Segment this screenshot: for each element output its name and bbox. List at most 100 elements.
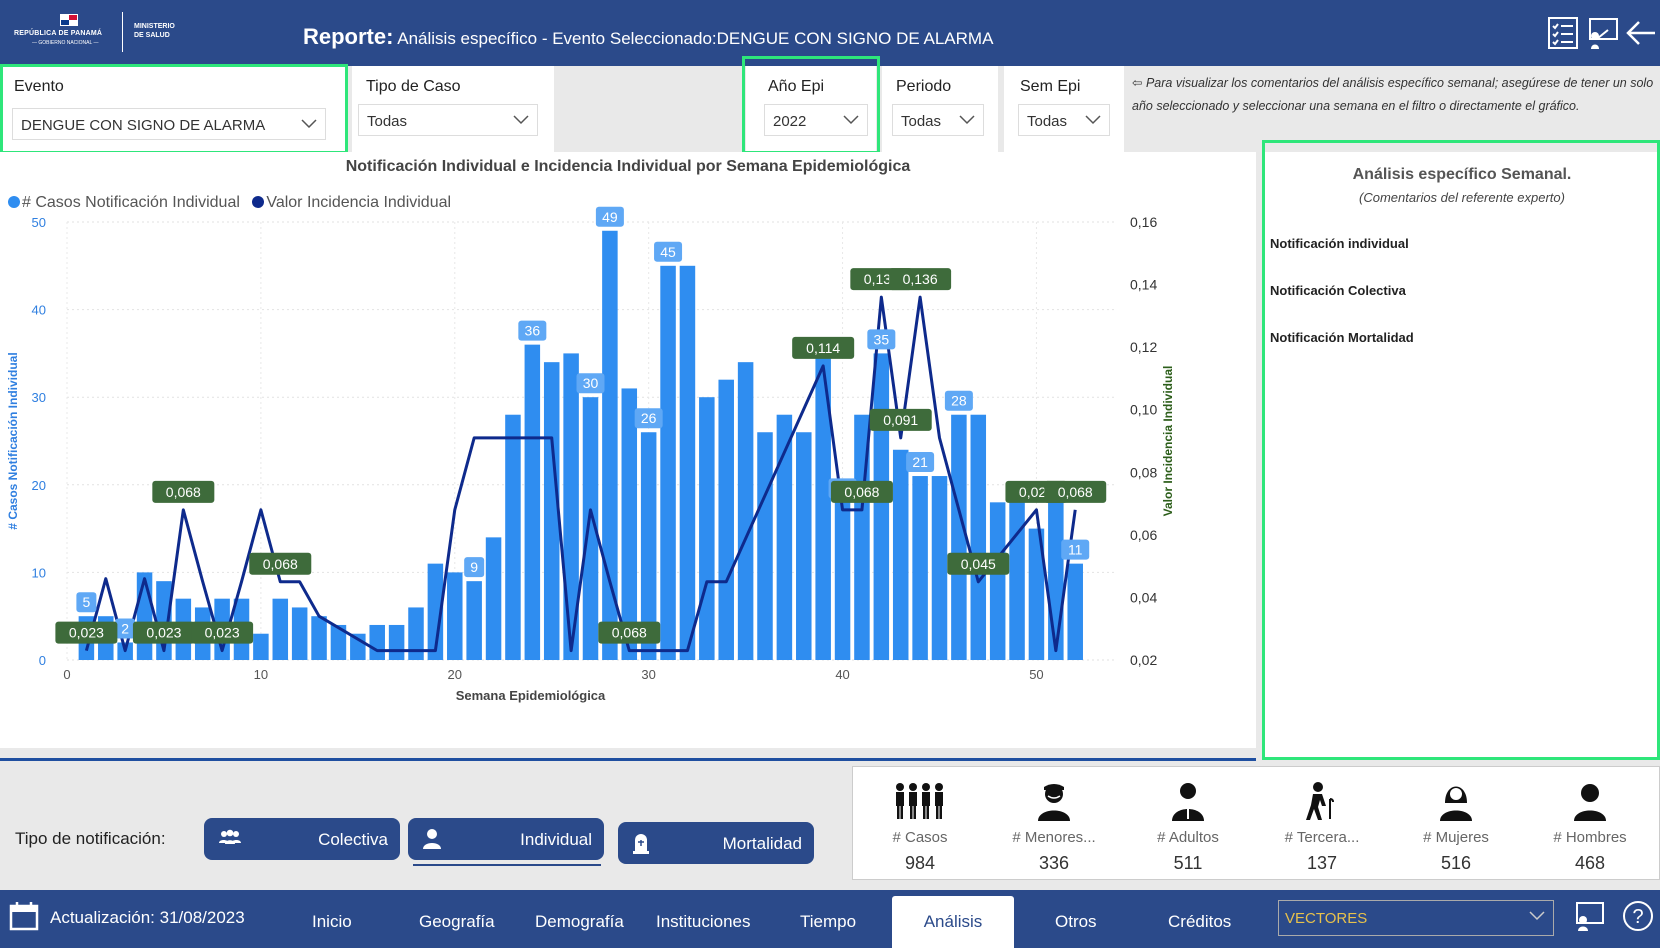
vectores-value: VECTORES: [1285, 910, 1368, 927]
bar-data-label: 11: [1068, 542, 1083, 558]
divider-line: [0, 758, 1256, 761]
bar-week-13: [311, 616, 327, 660]
kpi-hombres-label: # Hombres: [1553, 829, 1627, 846]
line-data-label: 0,068: [1058, 484, 1093, 500]
help-icon[interactable]: ?: [1622, 900, 1654, 937]
y-right-tick-label: 0,12: [1130, 339, 1157, 355]
kpi-casos-value: 984: [904, 853, 936, 873]
tab-analisis[interactable]: Análisis: [892, 896, 1014, 948]
sem-epi-value: Todas: [1027, 113, 1068, 130]
colectiva-label: Colectiva: [318, 830, 388, 849]
y-left-axis-title: # Casos Notificación Individual: [6, 352, 20, 529]
adult-icon: [1121, 781, 1255, 821]
bar-data-label: 28: [951, 393, 967, 409]
kpi-adultos: # Adultos 511: [1121, 767, 1255, 881]
bar-data-label: 9: [470, 559, 478, 575]
bar-week-22: [485, 537, 502, 660]
bar-data-label: 26: [641, 410, 657, 426]
bar-week-4: [136, 572, 153, 660]
bar-data-label: 45: [660, 244, 676, 260]
tipo-caso-dropdown[interactable]: Todas: [358, 104, 538, 136]
logo-government-text: — GOBIERNO NACIONAL —: [32, 40, 99, 46]
tab-instituciones[interactable]: Instituciones: [656, 912, 751, 932]
panama-flag-icon: [60, 14, 78, 26]
person-icon: [422, 828, 442, 855]
bar-week-38: [796, 432, 812, 660]
kpi-casos: # Casos 984: [853, 767, 987, 881]
bar-week-17: [388, 624, 405, 660]
presentation-icon[interactable]: [1574, 900, 1606, 937]
bar-data-label: 2: [121, 620, 129, 636]
sem-epi-dropdown[interactable]: Todas: [1018, 104, 1110, 136]
y-right-tick-label: 0,04: [1130, 589, 1157, 605]
x-axis-title: Semana Epidemiológica: [456, 688, 606, 703]
x-tick-label: 40: [835, 667, 849, 682]
bar-week-34: [718, 379, 734, 660]
kpi-tercera-value: 137: [1306, 853, 1338, 873]
tab-geografia[interactable]: Geografía: [419, 912, 495, 932]
y-right-tick-label: 0,08: [1130, 464, 1157, 480]
y-left-tick-label: 10: [32, 565, 46, 580]
individual-label: Individual: [520, 830, 592, 849]
x-tick-label: 20: [448, 667, 462, 682]
line-data-label: 0,068: [844, 484, 879, 500]
x-tick-label: 50: [1029, 667, 1043, 682]
colectiva-button[interactable]: Colectiva: [204, 818, 400, 860]
logo-ministry-text: MINISTERIO DE SALUD: [134, 23, 175, 39]
bar-week-45: [931, 476, 948, 660]
y-left-tick-label: 40: [32, 303, 46, 318]
tab-demografia[interactable]: Demografía: [535, 912, 624, 932]
kpi-panel: # Casos 984 # Menores... 336 # Adultos 5…: [852, 766, 1660, 880]
report-page: REPÚBLICA DE PANAMÁ — GOBIERNO NACIONAL …: [0, 0, 1660, 948]
line-data-label: 0,023: [69, 625, 104, 641]
highlight-anio-epi: [742, 56, 880, 154]
periodo-dropdown[interactable]: Todas: [892, 104, 984, 136]
vectores-dropdown[interactable]: VECTORES: [1278, 900, 1554, 936]
individual-selected-indicator: [413, 864, 601, 866]
kpi-mujeres: # Mujeres 516: [1389, 767, 1523, 881]
bar-week-10: [253, 633, 269, 660]
tab-tiempo[interactable]: Tiempo: [800, 912, 856, 932]
y-right-tick-label: 0,10: [1130, 402, 1157, 418]
y-left-tick-label: 20: [32, 478, 46, 493]
line-data-label: 0,068: [166, 484, 201, 500]
bar-week-44: [912, 476, 928, 660]
filter-periodo-label: Periodo: [896, 78, 952, 95]
combo-chart[interactable]: 010203040500,020,040,060,080,100,120,140…: [0, 152, 1256, 748]
bar-week-32: [679, 265, 696, 660]
periodo-value: Todas: [901, 113, 942, 130]
back-arrow-icon[interactable]: [1624, 16, 1658, 50]
bar-week-46: [951, 414, 967, 660]
tab-otros[interactable]: Otros: [1055, 912, 1097, 932]
presentation-icon[interactable]: [1586, 16, 1620, 50]
kpi-menores-label: # Menores...: [1012, 829, 1096, 846]
bar-week-11: [272, 598, 289, 660]
group-icon: [218, 828, 242, 853]
woman-icon: [1389, 781, 1523, 821]
tab-inicio[interactable]: Inicio: [312, 912, 352, 932]
bar-week-52: [1067, 563, 1083, 660]
kpi-tercera: # Tercera... 137: [1255, 767, 1389, 881]
bar-week-51: [1048, 502, 1064, 660]
tab-creditos[interactable]: Créditos: [1168, 912, 1231, 932]
ministry-logo: REPÚBLICA DE PANAMÁ — GOBIERNO NACIONAL …: [14, 12, 189, 54]
bar-week-21: [466, 581, 482, 660]
mortalidad-label: Mortalidad: [722, 834, 802, 853]
tipo-notificacion-label: Tipo de notificación:: [15, 829, 166, 848]
bar-data-label: 5: [82, 594, 90, 610]
individual-button[interactable]: Individual: [408, 818, 604, 860]
y-left-tick-label: 0: [39, 653, 46, 668]
filter-tipo-caso: Tipo de Caso Todas: [352, 66, 554, 152]
y-right-tick-label: 0,16: [1130, 214, 1157, 230]
y-right-tick-label: 0,02: [1130, 652, 1157, 668]
mortalidad-button[interactable]: Mortalidad: [618, 822, 814, 864]
instruction-note: ⇦ Para visualizar los comentarios del an…: [1132, 76, 1654, 113]
kpi-menores-value: 336: [1038, 853, 1070, 873]
checklist-icon[interactable]: [1546, 16, 1580, 50]
bar-week-42: [873, 353, 890, 660]
tipo-caso-value: Todas: [367, 113, 408, 130]
bar-week-33: [699, 397, 715, 660]
bar-week-18: [408, 607, 424, 660]
filter-tipo-caso-label: Tipo de Caso: [366, 78, 461, 95]
bar-week-20: [447, 572, 463, 660]
